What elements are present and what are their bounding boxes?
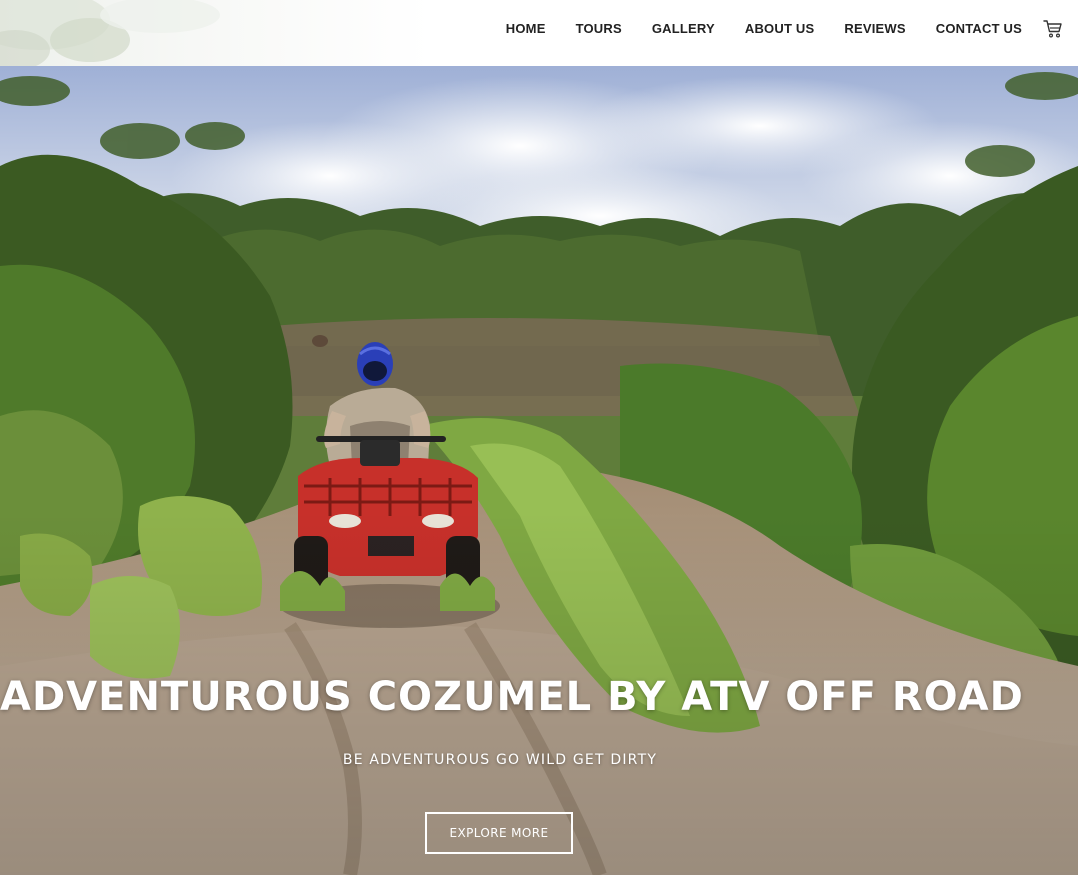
- hero-section: ADVENTUROUS COZUMEL BY ATV OFF ROAD BE A…: [0, 66, 1078, 875]
- page: HOME TOURS GALLERY ABOUT US REVIEWS CONT…: [0, 0, 1078, 875]
- explore-more-button[interactable]: EXPLORE MORE: [425, 812, 573, 854]
- main-nav: HOME TOURS GALLERY ABOUT US REVIEWS CONT…: [506, 0, 1078, 57]
- hero-title: ADVENTUROUS COZUMEL BY ATV OFF ROAD: [0, 674, 1024, 720]
- shopping-cart-icon[interactable]: [1042, 18, 1064, 40]
- nav-reviews[interactable]: REVIEWS: [844, 21, 905, 36]
- header-foliage-decoration: [0, 0, 220, 66]
- site-header: HOME TOURS GALLERY ABOUT US REVIEWS CONT…: [0, 0, 1078, 66]
- nav-about-us[interactable]: ABOUT US: [745, 21, 815, 36]
- nav-home[interactable]: HOME: [506, 21, 546, 36]
- nav-gallery[interactable]: GALLERY: [652, 21, 715, 36]
- nav-tours[interactable]: TOURS: [576, 21, 622, 36]
- hero-subtitle: BE ADVENTUROUS GO WILD GET DIRTY: [342, 752, 658, 768]
- nav-contact-us[interactable]: CONTACT US: [936, 21, 1022, 36]
